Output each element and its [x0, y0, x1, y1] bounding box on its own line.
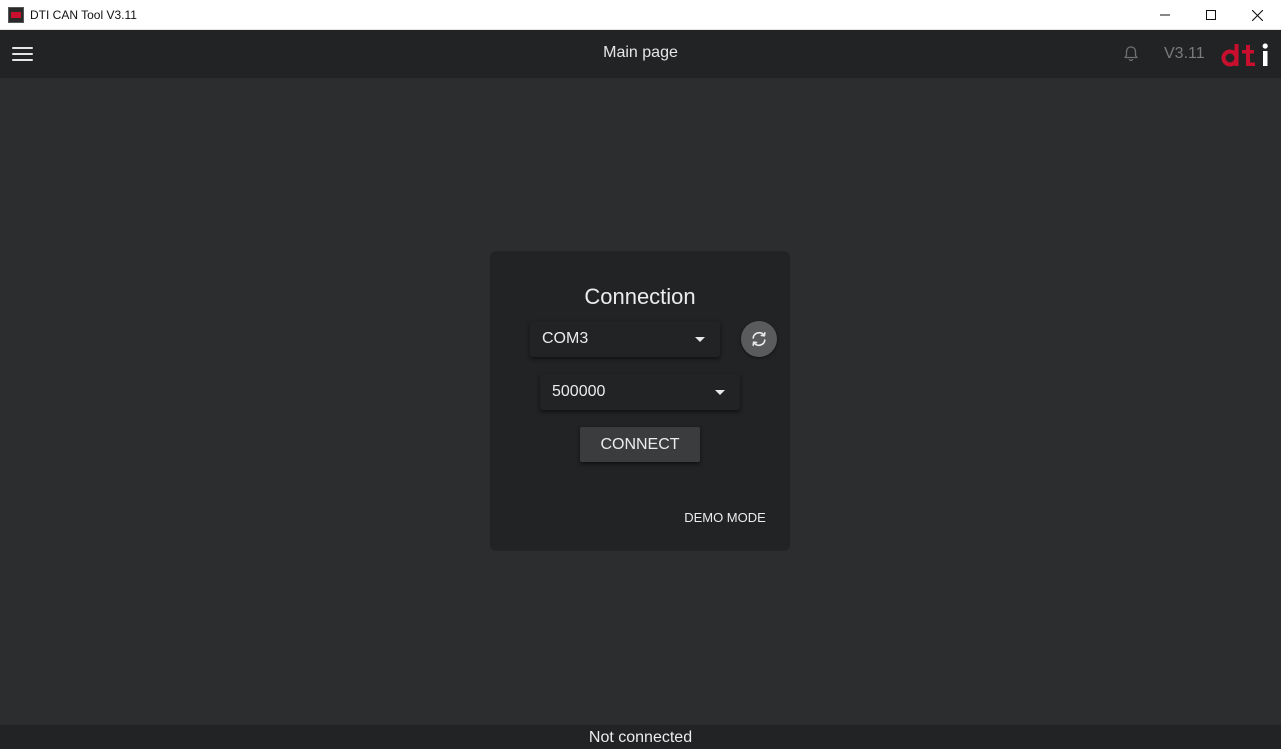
port-select-value: COM3 [542, 330, 589, 347]
status-bar: Not connected [0, 725, 1281, 749]
baudrate-select[interactable]: 500000 [540, 374, 740, 410]
maximize-button[interactable] [1188, 0, 1234, 30]
connect-button[interactable]: CONNECT [580, 427, 700, 462]
demo-mode-button[interactable]: DEMO MODE [680, 506, 770, 528]
refresh-ports-button[interactable] [741, 321, 777, 357]
refresh-icon [752, 331, 766, 347]
caret-down-icon [715, 389, 725, 395]
close-icon [1251, 9, 1263, 21]
dti-logo [1221, 42, 1273, 68]
page-title: Main page [603, 44, 678, 61]
notifications-button[interactable] [1121, 44, 1141, 64]
port-select[interactable]: COM3 [530, 321, 720, 357]
close-button[interactable] [1234, 0, 1280, 30]
baudrate-select-value: 500000 [552, 383, 606, 400]
app-icon [8, 6, 24, 23]
version-label: V3.11 [1164, 45, 1205, 62]
connection-title: Connection [584, 284, 696, 309]
maximize-icon [1206, 10, 1216, 20]
window-titlebar: DTI CAN Tool V3.11 [0, 0, 1281, 30]
minimize-icon [1160, 14, 1170, 16]
window-title: DTI CAN Tool V3.11 [30, 7, 137, 22]
connection-card: Connection COM3 500000 CONNECT DEMO MODE [490, 251, 790, 551]
app-header: Main page V3.11 [0, 30, 1281, 78]
bell-icon [1124, 46, 1138, 62]
caret-down-icon [695, 336, 705, 342]
connection-status: Not connected [588, 729, 693, 746]
minimize-button[interactable] [1142, 0, 1188, 30]
